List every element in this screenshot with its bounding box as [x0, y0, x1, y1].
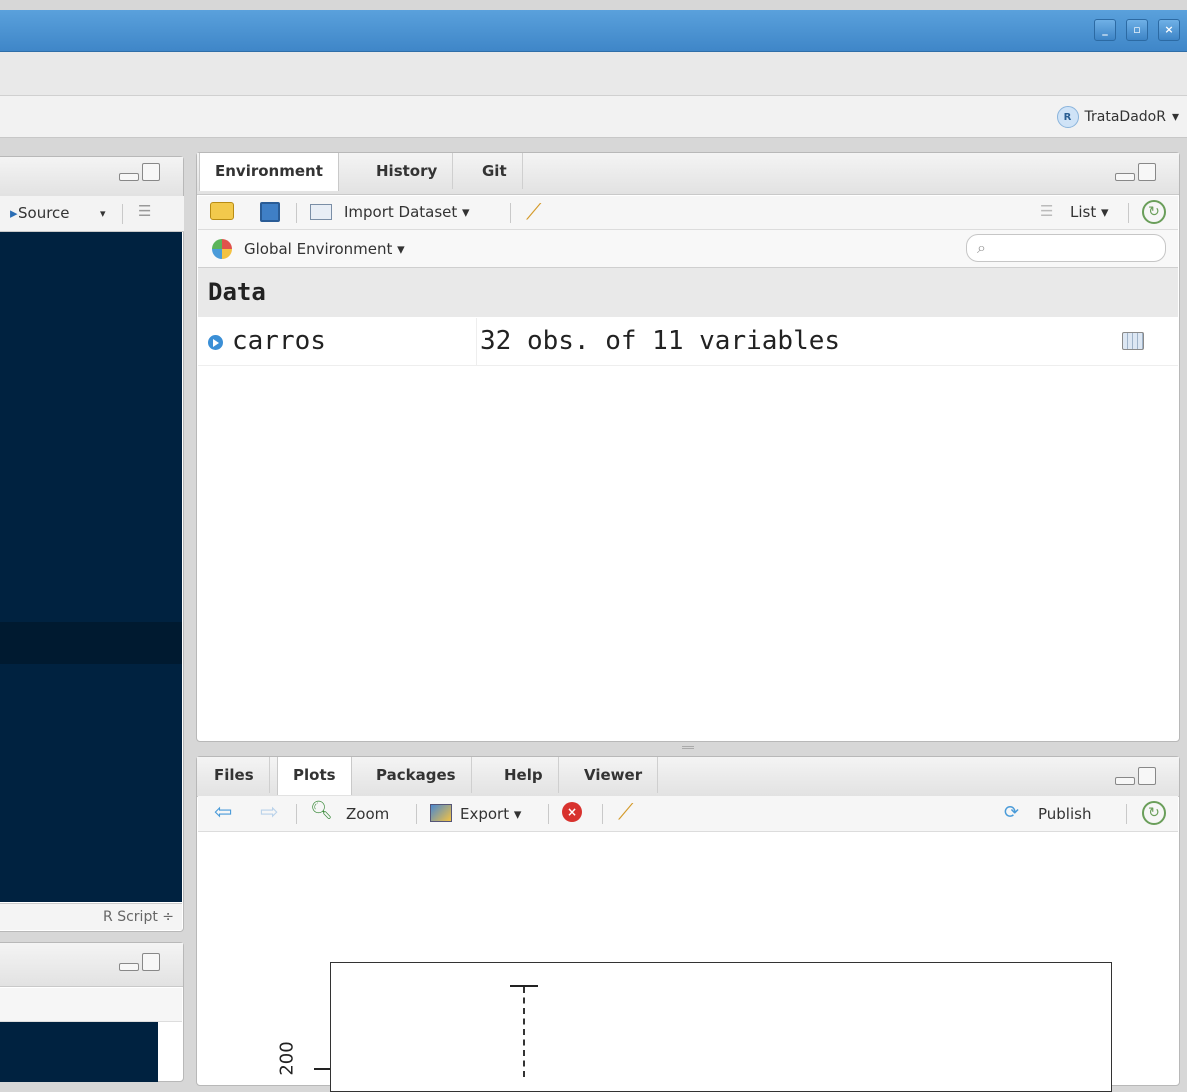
- expand-icon[interactable]: [208, 335, 223, 350]
- import-dataset-button[interactable]: Import Dataset ▾: [344, 203, 470, 221]
- project-menu[interactable]: R TrataDadoR ▾: [1056, 106, 1179, 128]
- view-data-grid-icon[interactable]: [1122, 332, 1144, 350]
- environment-scope-dropdown[interactable]: Global Environment ▾: [244, 240, 405, 258]
- outline-icon[interactable]: ☰: [138, 202, 151, 220]
- tab-viewer[interactable]: Viewer: [569, 757, 659, 793]
- tab-environment[interactable]: Environment: [199, 153, 339, 191]
- previous-plot-icon[interactable]: ⇦: [214, 800, 232, 825]
- tab-git[interactable]: Git: [467, 153, 523, 189]
- refresh-icon[interactable]: ↻: [1142, 801, 1166, 825]
- editor-current-line: [0, 622, 182, 664]
- source-arrow-icon: ▸: [10, 204, 18, 222]
- broom-icon[interactable]: ⟋: [526, 200, 541, 225]
- source-button[interactable]: Source: [18, 204, 70, 222]
- zoom-icon: 🔍︎: [310, 800, 333, 821]
- save-workspace-icon[interactable]: [260, 202, 280, 222]
- console-toolbar: [0, 988, 182, 1022]
- minimize-pane-icon[interactable]: [119, 963, 139, 971]
- next-plot-icon[interactable]: ⇨: [260, 800, 278, 825]
- object-value: 32 obs. of 11 variables: [480, 326, 841, 356]
- maximize-pane-icon[interactable]: [142, 953, 160, 971]
- global-environment-icon: [212, 239, 232, 259]
- environment-search[interactable]: ⌕: [966, 234, 1166, 262]
- minimize-pane-icon[interactable]: [1115, 777, 1135, 785]
- data-section-header: Data: [198, 268, 1178, 317]
- minimize-button[interactable]: _: [1094, 19, 1116, 41]
- broom-icon[interactable]: ⟋: [618, 800, 633, 825]
- window-title-bar: _ ▫ ×: [0, 10, 1187, 52]
- y-axis-tick: [314, 1068, 330, 1070]
- search-icon: ⌕: [977, 238, 986, 257]
- remove-plot-icon[interactable]: ×: [562, 802, 582, 822]
- export-button[interactable]: Export ▾: [460, 805, 521, 823]
- pane-splitter-handle[interactable]: [682, 746, 694, 749]
- file-type-selector[interactable]: R Script ÷: [0, 903, 182, 930]
- tab-help[interactable]: Help: [489, 757, 559, 793]
- project-icon: R: [1056, 106, 1079, 128]
- close-button[interactable]: ×: [1158, 19, 1180, 41]
- restore-button[interactable]: ▫: [1126, 19, 1148, 41]
- environment-toolbar: Import Dataset ▾ ⟋ ☰ List ▾ ↻: [198, 196, 1178, 230]
- source-dropdown-icon[interactable]: ▾: [100, 207, 106, 220]
- load-workspace-icon[interactable]: [210, 202, 234, 220]
- plots-toolbar: ⇦ ⇨ 🔍︎ Zoom Export ▾ × ⟋ ⟳ Publish ↻: [198, 796, 1178, 832]
- chevron-down-icon: ▾: [1171, 109, 1179, 125]
- publish-icon: ⟳: [1004, 802, 1020, 823]
- maximize-pane-icon[interactable]: [1138, 163, 1156, 181]
- tab-files[interactable]: Files: [199, 757, 270, 793]
- tab-history[interactable]: History: [361, 153, 454, 189]
- source-toolbar: ▸ Source ▾ ☰: [0, 196, 184, 232]
- environment-search-input[interactable]: [999, 238, 1159, 258]
- publish-button[interactable]: Publish: [1038, 805, 1091, 823]
- y-axis-tick-label: 200: [276, 1041, 298, 1076]
- zoom-button[interactable]: Zoom: [346, 805, 389, 823]
- refresh-icon[interactable]: ↻: [1142, 200, 1166, 224]
- import-dataset-icon: [310, 204, 332, 220]
- boxplot-frame: [330, 962, 1112, 1092]
- tab-plots[interactable]: Plots: [277, 757, 352, 795]
- code-editor[interactable]: [0, 232, 182, 902]
- maximize-pane-icon[interactable]: [1138, 767, 1156, 785]
- whisker-line: [523, 987, 525, 1077]
- object-name: carros: [232, 326, 326, 356]
- minimize-pane-icon[interactable]: [119, 173, 139, 181]
- export-icon: [430, 804, 452, 822]
- tab-packages[interactable]: Packages: [361, 757, 472, 793]
- console-output[interactable]: [0, 1022, 158, 1082]
- minimize-pane-icon[interactable]: [1115, 173, 1135, 181]
- list-view-icon: ☰: [1040, 202, 1054, 220]
- maximize-pane-icon[interactable]: [142, 163, 160, 181]
- project-name: TrataDadoR: [1084, 109, 1166, 125]
- environment-row[interactable]: carros 32 obs. of 11 variables: [198, 318, 1178, 366]
- menu-bar: [0, 52, 1187, 96]
- view-mode-dropdown[interactable]: List ▾: [1070, 203, 1109, 221]
- main-toolbar: [0, 96, 1187, 138]
- data-section-title: Data: [208, 278, 266, 306]
